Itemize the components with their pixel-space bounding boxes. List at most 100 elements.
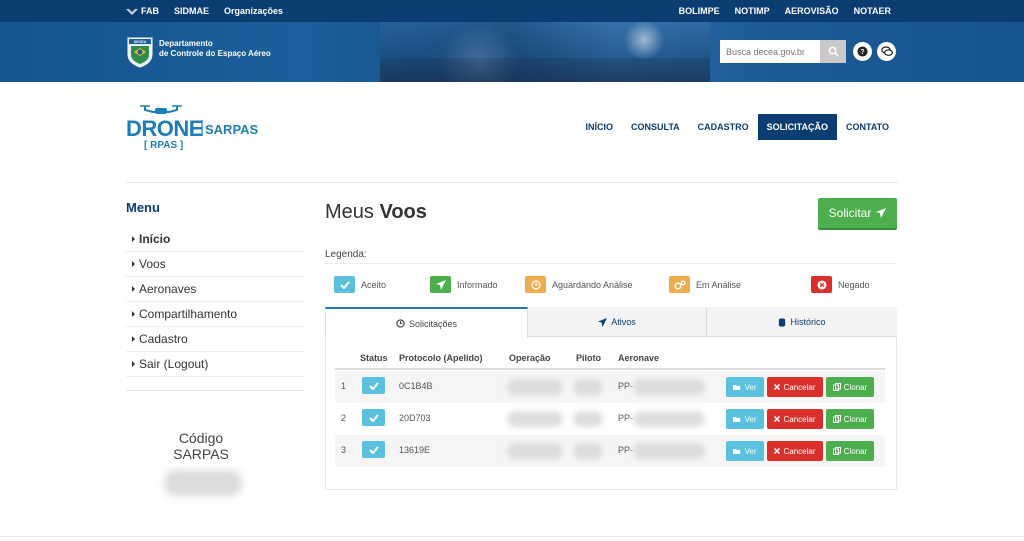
- gov-link-sidmae[interactable]: SIDMAE: [174, 6, 209, 16]
- clone-button-label: Clonar: [843, 382, 868, 392]
- col-protocolo: Protocolo (Apelido): [399, 353, 483, 363]
- question-icon: ?: [857, 46, 868, 57]
- table-row: 2 20D703 PP- Ver Cancelar Clonar: [335, 403, 885, 435]
- nav-inicio[interactable]: INÍCIO: [576, 114, 622, 140]
- row-protocol: 13619E: [399, 445, 431, 455]
- cancel-button[interactable]: Cancelar: [767, 441, 823, 461]
- nav-contato[interactable]: CONTATO: [837, 114, 898, 140]
- nav-consulta[interactable]: CONSULTA: [622, 114, 689, 140]
- copy-icon: [832, 447, 841, 455]
- clock-icon: [396, 319, 405, 328]
- site-search: [720, 40, 846, 63]
- sidebar-item-label: Aeronaves: [139, 282, 197, 296]
- nav-cadastro[interactable]: CADASTRO: [689, 114, 758, 140]
- gov-link-notaer[interactable]: NOTAER: [854, 6, 891, 16]
- sidebar-item-cadastro[interactable]: Cadastro: [126, 327, 304, 352]
- search-input[interactable]: [720, 40, 820, 63]
- ver-button[interactable]: Ver: [726, 409, 764, 429]
- operation-redacted: [507, 411, 563, 427]
- ver-button-label: Ver: [744, 382, 757, 392]
- close-icon: [774, 416, 781, 422]
- gov-link-bolimpe[interactable]: BOLIMPE: [679, 6, 720, 16]
- operation-redacted: [507, 379, 563, 395]
- legend-label-aguardando: Aguardando Análise: [552, 279, 633, 290]
- cancel-button[interactable]: Cancelar: [767, 377, 823, 397]
- decea-logo[interactable]: DECEA: [127, 36, 153, 68]
- solicitar-button[interactable]: Solicitar: [818, 198, 897, 228]
- tab-ativos[interactable]: Ativos: [528, 307, 707, 337]
- table-row: 3 13619E PP- Ver Cancelar Clonar: [335, 435, 885, 467]
- legend-divider: [325, 263, 897, 264]
- aircraft-redacted: [633, 379, 705, 395]
- sidebar-title: Menu: [126, 200, 160, 215]
- clone-button[interactable]: Clonar: [826, 441, 874, 461]
- clone-button[interactable]: Clonar: [826, 377, 874, 397]
- sidebar-item-aeronaves[interactable]: Aeronaves: [126, 277, 304, 302]
- chat-icon: [880, 46, 893, 56]
- tab-solicitacoes[interactable]: Solicitações: [325, 307, 528, 338]
- legend-label-informado: Informado: [457, 279, 498, 290]
- banner-runway-image: [380, 58, 710, 82]
- gov-link-fab[interactable]: FAB: [126, 6, 159, 16]
- caret-right-icon: [132, 261, 135, 267]
- table-row: 1 0C1B4B PP- Ver Cancelar Clonar: [335, 371, 885, 403]
- ver-button[interactable]: Ver: [726, 377, 764, 397]
- database-icon: [779, 317, 786, 327]
- plane-icon: [876, 208, 887, 218]
- ver-button-label: Ver: [744, 414, 757, 424]
- row-aircraft: PP-: [618, 381, 634, 391]
- tab-historico[interactable]: Histórico: [707, 307, 897, 337]
- drone-sarpas-logo[interactable]: DRONE SARPAS [ RPAS ]: [126, 100, 266, 152]
- clone-button[interactable]: Clonar: [826, 409, 874, 429]
- brand-name: DRONE: [126, 116, 203, 141]
- table-header: Status Protocolo (Apelido) Operação Pilo…: [335, 350, 885, 370]
- search-button[interactable]: [820, 40, 846, 63]
- legend-aguardando: Aguardando Análise: [525, 276, 633, 293]
- gov-link-aerovisao[interactable]: AEROVISÃO: [785, 6, 839, 16]
- legend-label-aceito: Aceito: [361, 279, 387, 290]
- col-aeronave: Aeronave: [618, 353, 660, 363]
- cancel-button[interactable]: Cancelar: [767, 409, 823, 429]
- close-icon: [774, 384, 781, 390]
- sidebar-item-label: Cadastro: [139, 332, 188, 346]
- aircraft-redacted: [633, 443, 705, 459]
- sarpas-code-label: Código SARPAS: [166, 430, 236, 462]
- gov-link-fab-label: FAB: [141, 6, 159, 16]
- sidebar-divider: [126, 390, 304, 391]
- aircraft-redacted: [633, 411, 705, 427]
- decea-logo-text: DECEA: [134, 40, 147, 44]
- ver-button[interactable]: Ver: [726, 441, 764, 461]
- sidebar-item-compartilhamento[interactable]: Compartilhamento: [126, 302, 304, 327]
- ver-button-label: Ver: [744, 446, 757, 456]
- sidebar-item-inicio[interactable]: Início: [126, 227, 304, 252]
- svg-text:?: ?: [860, 49, 864, 56]
- page-title-bold: Voos: [379, 201, 427, 223]
- header-divider: [126, 182, 898, 183]
- tab-historico-label: Histórico: [790, 317, 826, 327]
- help-button[interactable]: ?: [853, 42, 872, 61]
- row-aircraft: PP-: [618, 413, 634, 423]
- sarpas-code-label-line2: SARPAS: [173, 446, 229, 462]
- tab-ativos-label: Ativos: [611, 317, 636, 327]
- close-icon: [774, 448, 781, 454]
- drone-icon: [140, 105, 182, 114]
- row-aircraft: PP-: [618, 445, 634, 455]
- legend-label-em-analise: Em Análise: [696, 279, 742, 290]
- plane-icon: [598, 317, 608, 327]
- footer-divider: [0, 536, 1024, 537]
- plane-icon: [430, 276, 451, 293]
- nav-solicitacao[interactable]: SOLICITAÇÃO: [757, 114, 837, 140]
- decea-name-line1: Departamento: [159, 39, 213, 48]
- gov-link-organizacoes[interactable]: Organizações: [224, 6, 283, 16]
- decea-name[interactable]: Departamento de Controle do Espaço Aéreo: [159, 39, 271, 59]
- copy-icon: [832, 383, 841, 391]
- sidebar-item-logout[interactable]: Sair (Logout): [126, 352, 304, 377]
- legend-informado: Informado: [430, 276, 498, 293]
- cogs-icon: [669, 276, 690, 293]
- sidebar-item-voos[interactable]: Voos: [126, 252, 304, 277]
- chat-button[interactable]: [877, 42, 896, 61]
- decea-name-line2: de Controle do Espaço Aéreo: [159, 49, 271, 58]
- gov-link-notimp[interactable]: NOTIMP: [735, 6, 770, 16]
- folder-open-icon: [733, 384, 741, 390]
- tab-solicitacoes-label: Solicitações: [408, 318, 458, 329]
